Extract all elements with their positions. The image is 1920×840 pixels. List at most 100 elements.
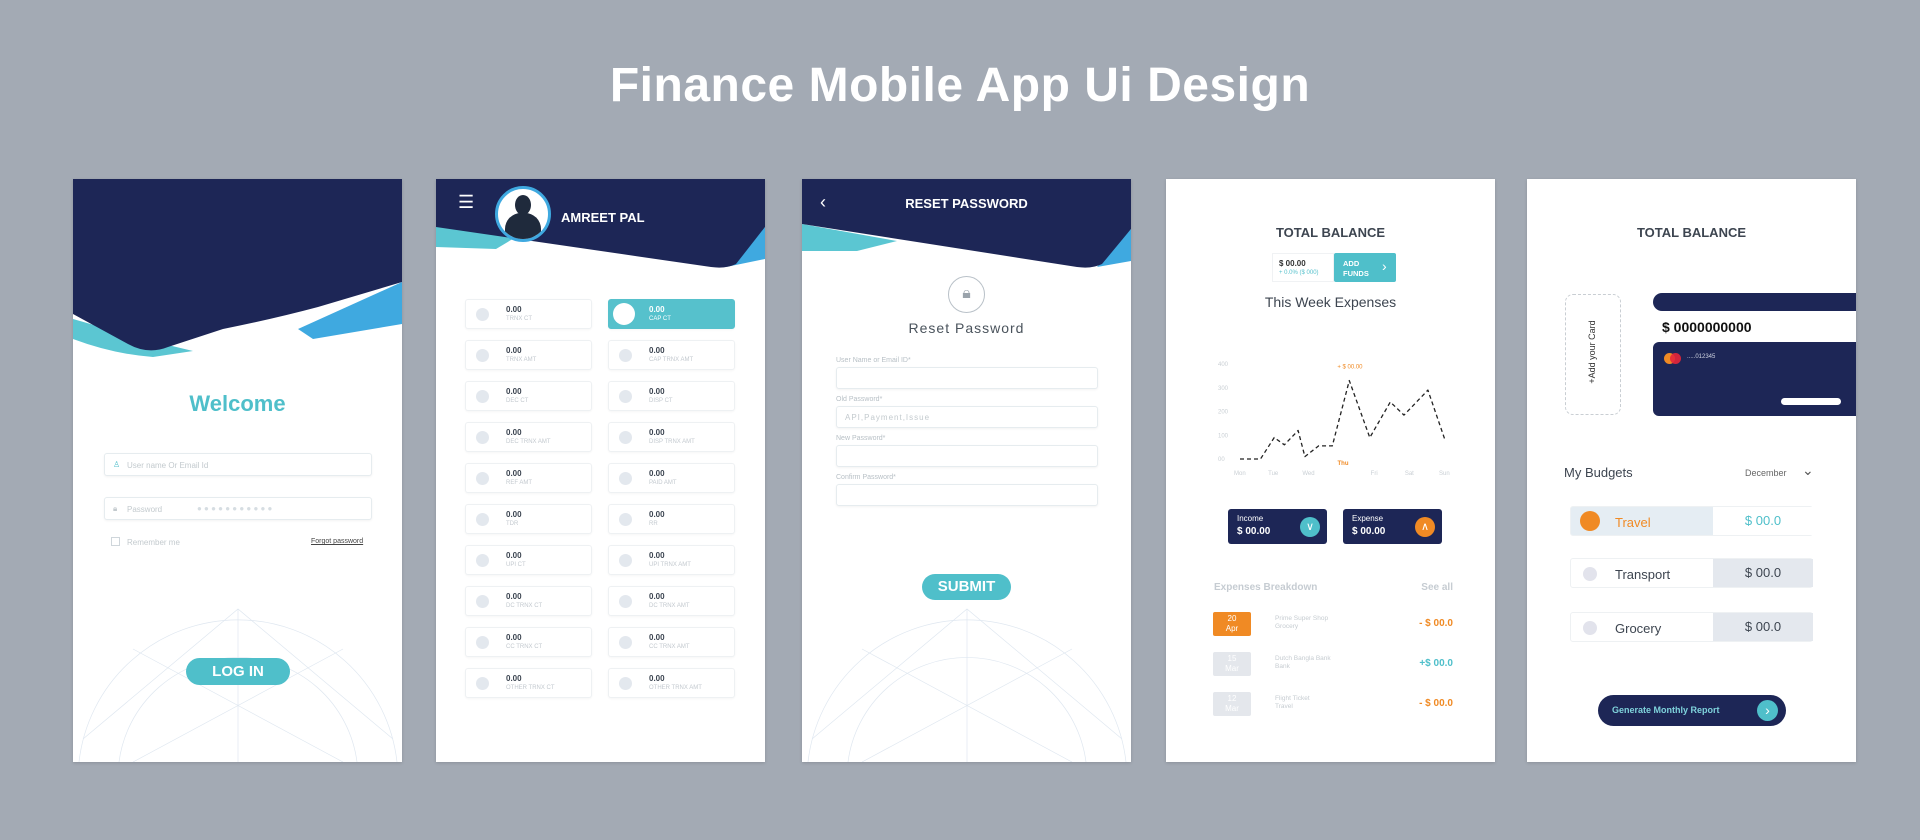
stat-tile[interactable]: 0.00 CAP CT [608, 299, 735, 329]
user-icon: ♙ [113, 460, 121, 469]
stat-tile[interactable]: 0.00 RR [608, 504, 735, 534]
merchant-name: Prime Super Shop [1275, 615, 1329, 622]
submit-button[interactable]: SUBMIT [922, 574, 1011, 600]
tile-icon [619, 677, 632, 690]
tile-icon [476, 472, 489, 485]
tile-label: TDR [506, 521, 519, 527]
add-card-label: +Add your Card [1587, 320, 1597, 384]
tile-icon [476, 431, 489, 444]
transaction-row[interactable]: 20 Apr Prime Super Shop Grocery - $ 00.0 [1213, 612, 1453, 638]
mastercard-icon-circle [1670, 353, 1681, 364]
stat-tile[interactable]: 0.00 TRNX AMT [465, 340, 592, 370]
date-month: Mar [1225, 704, 1239, 713]
login-button[interactable]: LOG IN [186, 658, 290, 685]
transaction-row[interactable]: 15 Mar Dutch Bangla Bank Bank +$ 00.0 [1213, 652, 1453, 678]
income-value: $ 00.00 [1237, 526, 1271, 537]
chevron-up-icon: ∧ [1415, 517, 1435, 537]
password-field[interactable] [836, 484, 1098, 506]
password-input[interactable]: 🔒︎ Password ● ● ● ● ● ● ● ● ● ● ● [104, 497, 372, 520]
stat-tile[interactable]: 0.00 PAID AMT [608, 463, 735, 493]
see-all-link[interactable]: See all [1421, 582, 1453, 593]
password-field[interactable] [836, 367, 1098, 389]
breakdown-title: Expenses Breakdown [1214, 582, 1318, 593]
tile-icon [613, 303, 635, 325]
password-field[interactable]: API,Payment,Issue [836, 406, 1098, 428]
stat-tile[interactable]: 0.00 DISP CT [608, 381, 735, 411]
tile-value: 0.00 [649, 551, 665, 560]
stat-tile[interactable]: 0.00 OTHER TRNX AMT [608, 668, 735, 698]
avatar[interactable] [495, 186, 551, 242]
stat-tile[interactable]: 0.00 CAP TRNX AMT [608, 340, 735, 370]
tile-value: 0.00 [506, 305, 522, 314]
stat-tile[interactable]: 0.00 DEC TRNX AMT [465, 422, 592, 452]
stat-tile[interactable]: 0.00 TRNX CT [465, 299, 592, 329]
card-back [1653, 293, 1856, 311]
stat-tile[interactable]: 0.00 CC TRNX AMT [608, 627, 735, 657]
welcome-heading: Welcome [189, 391, 286, 416]
merchant-category: Travel [1275, 703, 1293, 710]
tile-icon [476, 349, 489, 362]
budget-item[interactable]: Grocery $ 00.0 [1570, 612, 1813, 642]
date-badge: 15 Mar [1213, 652, 1251, 676]
stat-tile[interactable]: 0.00 REF AMT [465, 463, 592, 493]
stat-tile[interactable]: 0.00 DC TRNX AMT [608, 586, 735, 616]
month-select[interactable]: December [1745, 468, 1787, 478]
stat-tile[interactable]: 0.00 UPI TRNX AMT [608, 545, 735, 575]
budget-radio [1583, 567, 1597, 581]
add-funds-button[interactable]: ADD FUNDS › [1334, 253, 1396, 282]
username-input[interactable]: ♙ User name Or Email Id [104, 453, 372, 476]
stat-tile[interactable]: 0.00 TDR [465, 504, 592, 534]
budget-value: $ 00.0 [1713, 507, 1813, 535]
avatar-head [515, 195, 531, 215]
tile-value: 0.00 [506, 633, 522, 642]
budget-radio [1580, 511, 1600, 531]
tile-icon [476, 636, 489, 649]
tile-label: UPI CT [506, 562, 526, 568]
expense-value: $ 00.00 [1352, 526, 1386, 537]
x-tick-label: Mon [1234, 471, 1246, 477]
stat-tile[interactable]: 0.00 OTHER TRNX CT [465, 668, 592, 698]
stat-tile[interactable]: 0.00 UPI CT [465, 545, 592, 575]
lock-icon: 🔒︎ [948, 276, 985, 313]
transaction-row[interactable]: 12 Mar Flight Ticket Travel - $ 00.0 [1213, 692, 1453, 718]
bank-card[interactable]: .....012345 [1653, 342, 1856, 416]
header-wave [802, 179, 1131, 762]
stat-tile[interactable]: 0.00 DEC CT [465, 381, 592, 411]
stat-tile[interactable]: 0.00 DISP TRNX AMT [608, 422, 735, 452]
merchant-name: Dutch Bangla Bank [1275, 655, 1331, 662]
budgets-screen: TOTAL BALANCE +Add your Card $ 000000000… [1527, 179, 1856, 762]
field-label: New Password* [836, 435, 886, 442]
expense-line [1240, 379, 1446, 460]
chevron-down-icon[interactable]: ⌄ [1802, 462, 1814, 479]
chevron-down-icon: ∨ [1300, 517, 1320, 537]
total-balance-title: TOTAL BALANCE [1275, 225, 1386, 240]
tile-value: 0.00 [649, 428, 665, 437]
merchant-category: Grocery [1275, 623, 1299, 630]
transaction-amount: - $ 00.0 [1419, 698, 1453, 709]
remember-checkbox[interactable] [111, 537, 120, 546]
tile-icon [476, 554, 489, 567]
tile-value: 0.00 [649, 633, 665, 642]
budget-item[interactable]: Travel $ 00.0 [1570, 506, 1813, 536]
tile-value: 0.00 [506, 469, 522, 478]
avatar-body [505, 213, 541, 239]
tile-value: 0.00 [506, 428, 522, 437]
stat-tile[interactable]: 0.00 CC TRNX CT [465, 627, 592, 657]
add-card-button[interactable]: +Add your Card [1565, 294, 1621, 415]
stat-tile[interactable]: 0.00 DC TRNX CT [465, 586, 592, 616]
my-budgets-title: My Budgets [1564, 465, 1633, 480]
remember-label: Remember me [127, 538, 180, 547]
budget-item[interactable]: Transport $ 00.0 [1570, 558, 1813, 588]
tile-icon [476, 677, 489, 690]
hamburger-icon[interactable]: ☰ [458, 193, 478, 211]
income-card[interactable]: Income $ 00.00 ∨ [1228, 509, 1327, 544]
generate-report-button[interactable]: Generate Monthly Report › [1598, 695, 1786, 726]
tile-icon [619, 595, 632, 608]
password-field[interactable] [836, 445, 1098, 467]
tile-label: CC TRNX CT [506, 644, 543, 650]
expenses-chart: 00 100 200 300 400 Mon Tue Wed Thu Fri Sat Sun + $ 0… [1218, 362, 1450, 477]
y-tick-label: 400 [1218, 362, 1229, 368]
expense-card[interactable]: Expense $ 00.00 ∧ [1343, 509, 1442, 544]
forgot-password-link[interactable]: Forgot password [311, 538, 363, 545]
transaction-amount: +$ 00.0 [1419, 658, 1453, 669]
